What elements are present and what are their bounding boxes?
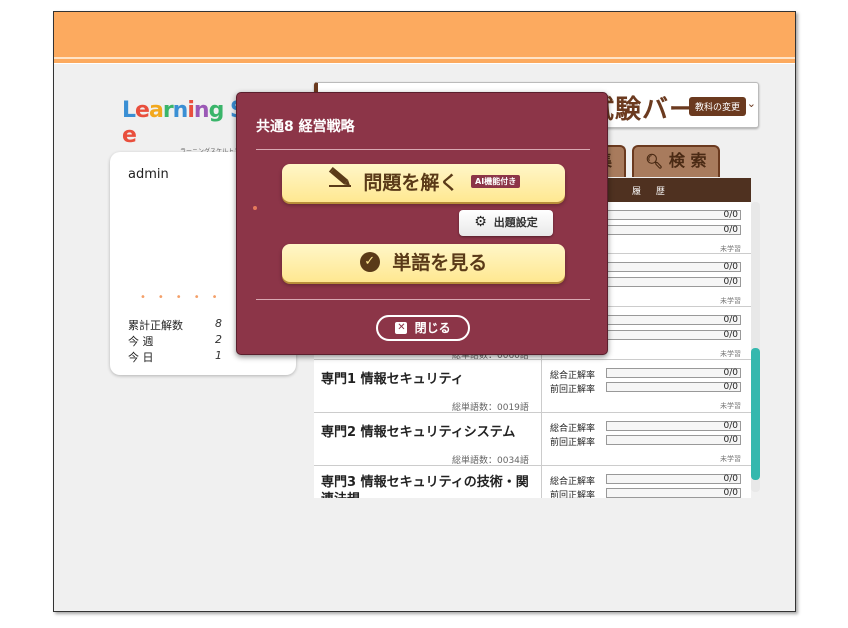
words-label: 単語を見る [392, 252, 488, 274]
gear-icon: ⚙︎ [474, 214, 487, 230]
total-rate-bar: 0/0 [606, 210, 741, 220]
user-name: admin [128, 167, 169, 182]
logo-letter: a [148, 98, 164, 123]
logo-letter [223, 98, 230, 123]
tab-label: 検 索 [668, 151, 707, 170]
total-rate-label: 総合正解率 [550, 424, 596, 434]
status-badge: 未学習 [720, 455, 741, 463]
prev-rate-bar: 0/0 [606, 330, 741, 340]
total-rate-bar: 0/0 [606, 368, 741, 378]
prev-rate-label: 前回正解率 [550, 491, 596, 498]
divider [256, 299, 590, 300]
prev-rate-label: 前回正解率 [550, 438, 596, 448]
prev-rate-label: 前回正解率 [550, 385, 596, 395]
status-badge: 未学習 [720, 350, 741, 358]
search-icon: 🔍︎ [645, 154, 664, 170]
stat-label: 今 日 [128, 351, 154, 364]
check-circle-icon: ✓ [359, 251, 380, 272]
status-badge: 未学習 [720, 245, 741, 253]
chapter-title: 専門3 情報セキュリティの技術・関連法規 [321, 475, 529, 498]
prev-rate-bar: 0/0 [606, 277, 741, 287]
change-course-button[interactable]: 教科の変更 [688, 97, 746, 116]
logo-letter: n [193, 98, 210, 123]
row-divider [541, 466, 542, 498]
stat-value: 1 [215, 349, 222, 362]
prev-rate-bar: 0/0 [606, 225, 741, 235]
prev-rate-bar: 0/0 [606, 382, 741, 392]
total-rate-label: 総合正解率 [550, 371, 596, 381]
settings-label: 出題設定 [493, 216, 538, 229]
stat-value: 2 [215, 333, 222, 346]
total-rate-label: 総合正解率 [550, 477, 596, 487]
total-rate-bar: 0/0 [606, 262, 741, 272]
modal-title: 共通8 経営戦略 [256, 119, 355, 135]
list-item[interactable]: 専門3 情報セキュリティの技術・関連法規 総合正解率 前回正解率 0/0 0/0 [314, 466, 751, 498]
stat-label: 今 週 [128, 335, 154, 348]
total-rate-bar: 0/0 [606, 421, 741, 431]
scrollbar-thumb[interactable] [751, 348, 760, 480]
status-badge: 未学習 [720, 402, 741, 410]
decorative-dot [253, 206, 257, 210]
decorative-dots: ••••• [140, 292, 230, 303]
logo-letter: g [208, 98, 225, 123]
row-divider [541, 360, 542, 412]
total-rate-bar: 0/0 [606, 474, 741, 484]
pencil-icon [327, 163, 353, 201]
close-label: 閉じる [414, 321, 451, 335]
divider [256, 149, 590, 150]
status-badge: 未学習 [720, 297, 741, 305]
chapter-modal: 共通8 経営戦略 問題を解く AI機能付き ⚙︎ 出題設定 ✓ 単語を見る ✕ … [236, 92, 608, 355]
logo-letter: L [122, 98, 136, 123]
view-words-button[interactable]: ✓ 単語を見る [282, 244, 565, 282]
logo-letter: n [172, 98, 189, 123]
solve-questions-button[interactable]: 問題を解く AI機能付き [282, 164, 565, 202]
stat-value: 8 [215, 317, 222, 330]
logo-letter: e [135, 98, 150, 123]
question-settings-button[interactable]: ⚙︎ 出題設定 [459, 210, 553, 236]
word-count: 総単語数：0034語 [452, 456, 529, 466]
chevron-down-icon[interactable]: ⌄ [747, 97, 756, 110]
stat-label: 累計正解数 [128, 319, 183, 332]
prev-rate-bar: 0/0 [606, 435, 741, 445]
prev-rate-bar: 0/0 [606, 488, 741, 498]
history-header: 履 歴 [632, 187, 671, 197]
logo-letter: r [162, 98, 174, 123]
chapter-title: 専門1 情報セキュリティ [321, 372, 464, 387]
tab-search[interactable]: 🔍︎ 検 索 [632, 145, 720, 177]
close-icon: ✕ [395, 321, 408, 334]
ai-badge: AI機能付き [471, 175, 521, 188]
chapter-title: 専門2 情報セキュリティシステム [321, 425, 516, 440]
total-rate-bar: 0/0 [606, 315, 741, 325]
top-bar [54, 12, 795, 64]
word-count: 総単語数：0019語 [452, 403, 529, 413]
list-item[interactable]: 専門2 情報セキュリティシステム 総合正解率 前回正解率 0/0 0/0 総単語… [314, 413, 751, 466]
row-divider [541, 413, 542, 465]
logo-letter: e [122, 123, 137, 148]
close-button[interactable]: ✕ 閉じる [376, 315, 470, 341]
list-item[interactable]: 専門1 情報セキュリティ 総合正解率 前回正解率 0/0 0/0 総単語数：00… [314, 360, 751, 413]
solve-label: 問題を解く [363, 172, 459, 194]
top-bar-stripe [54, 57, 795, 59]
